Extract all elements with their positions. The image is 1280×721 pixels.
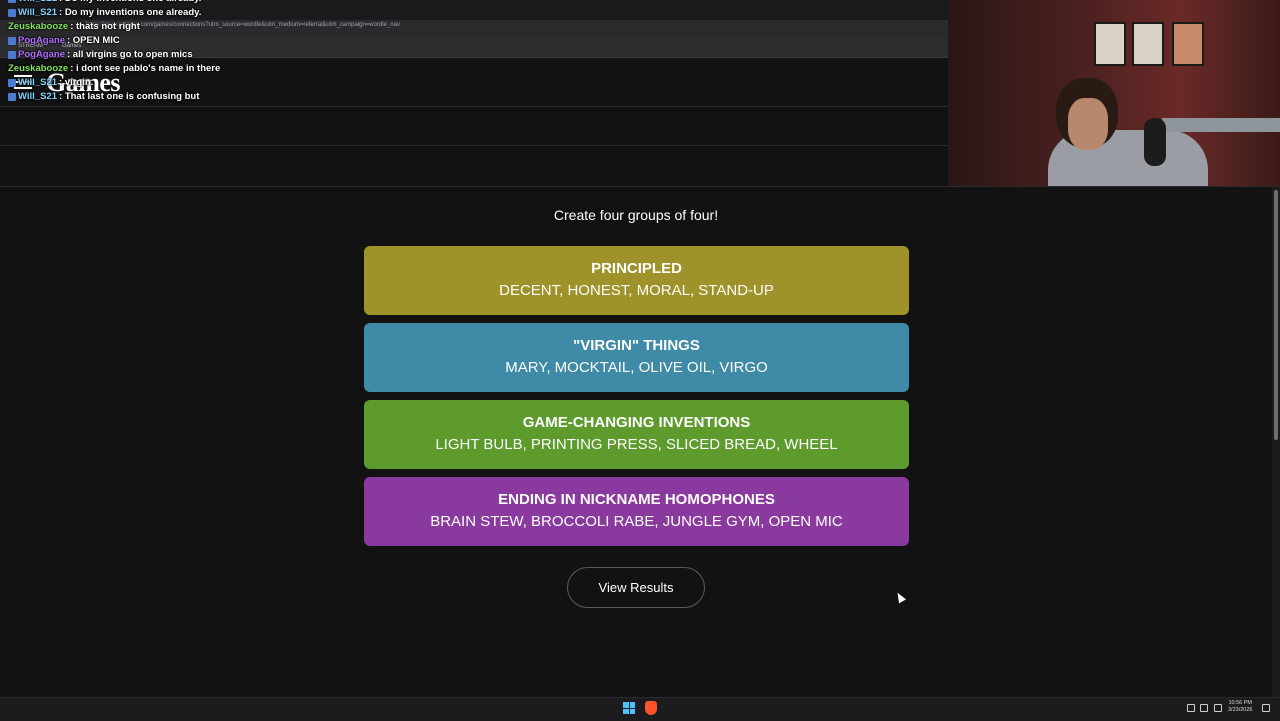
wall-frame	[1172, 22, 1204, 66]
group-members: LIGHT BULB, PRINTING PRESS, SLICED BREAD…	[435, 436, 838, 453]
clock-time: 10:56 PM	[1228, 700, 1252, 706]
mic-arm	[1162, 118, 1280, 132]
chat-username: PogAgane	[18, 35, 65, 46]
chat-line: Will_S21: virgin.	[8, 76, 468, 90]
chat-message: i dont see pablo's name in there	[76, 63, 221, 74]
chat-badge-icon	[8, 9, 16, 17]
chat-message: virgin.	[64, 77, 94, 88]
solved-group-green: GAME-CHANGING INVENTIONS LIGHT BULB, PRI…	[364, 400, 909, 469]
chat-line: Will_S21: Do my inventions one already.	[8, 6, 468, 20]
notification-icon[interactable]	[1262, 704, 1270, 712]
chat-badge-icon	[8, 93, 16, 101]
group-title: GAME-CHANGING INVENTIONS	[522, 414, 751, 431]
chat-username: Will_S21	[18, 77, 57, 88]
chat-badge-icon	[8, 0, 16, 3]
wall-frame	[1094, 22, 1126, 66]
chat-badge-icon	[8, 37, 16, 45]
brave-browser-icon[interactable]	[645, 701, 657, 715]
solved-group-blue: "VIRGIN" THINGS MARY, MOCKTAIL, OLIVE OI…	[364, 323, 909, 392]
chat-username: Zeuskabooze	[8, 21, 69, 32]
windows-start-icon[interactable]	[623, 702, 635, 714]
chat-message: That last one is confusing but	[64, 91, 200, 102]
chat-badge-icon	[8, 51, 16, 59]
instructions-text: Create four groups of four!	[553, 207, 719, 223]
chat-line: PogAgane: OPEN MIC	[8, 34, 468, 48]
chat-line: Zeuskabooze: thats not right	[8, 21, 140, 32]
solved-group-yellow: PRINCIPLED DECENT, HONEST, MORAL, STAND-…	[364, 246, 909, 315]
chevron-up-icon[interactable]	[1171, 704, 1179, 712]
volume-icon[interactable]	[1214, 704, 1222, 712]
streamer-face	[1068, 98, 1108, 150]
chat-message: Do my inventions one already.	[64, 7, 202, 18]
group-members: BRAIN STEW, BROCCOLI RABE, JUNGLE GYM, O…	[430, 513, 843, 530]
chat-username: Will_S21	[18, 91, 57, 102]
chat-username: Zeuskabooze	[8, 63, 69, 74]
wall-frame	[1132, 22, 1164, 66]
group-members: MARY, MOCKTAIL, OLIVE OIL, VIRGO	[505, 359, 768, 376]
chat-message: thats not right	[76, 21, 140, 32]
group-members: DECENT, HONEST, MORAL, STAND-UP	[499, 282, 774, 299]
network-icon[interactable]	[1200, 704, 1208, 712]
solved-group-purple: ENDING IN NICKNAME HOMOPHONES BRAIN STEW…	[364, 477, 909, 546]
taskbar	[0, 697, 1280, 721]
group-title: ENDING IN NICKNAME HOMOPHONES	[498, 491, 775, 508]
chat-line: PogAgane: all virgins go to open mics	[8, 48, 468, 62]
sub-header	[0, 107, 948, 146]
chat-overlay: Will_S21: Do my inventions one already. …	[8, 0, 468, 104]
group-title: "VIRGIN" THINGS	[573, 337, 700, 354]
taskbar-clock[interactable]: 10:56 PM 3/23/2026	[1228, 700, 1252, 714]
view-results-button[interactable]: View Results	[567, 567, 705, 608]
webcam-feed	[948, 0, 1280, 187]
group-title: PRINCIPLED	[591, 260, 682, 277]
microphone-tray-icon[interactable]	[1187, 704, 1195, 712]
chat-username: PogAgane	[18, 49, 65, 60]
chat-message: all virgins go to open mics	[72, 49, 193, 60]
chat-badge-icon	[8, 79, 16, 87]
chat-line: Zeuskabooze: i dont see pablo's name in …	[8, 63, 221, 74]
scrollbar-thumb[interactable]	[1274, 190, 1278, 440]
clock-date: 3/23/2026	[1228, 707, 1253, 713]
chat-username: Will_S21	[18, 7, 57, 18]
chat-line: Will_S21: That last one is confusing but	[8, 90, 468, 104]
chat-message: OPEN MIC	[72, 35, 120, 46]
divider	[0, 186, 1272, 187]
microphone-icon	[1144, 118, 1166, 166]
